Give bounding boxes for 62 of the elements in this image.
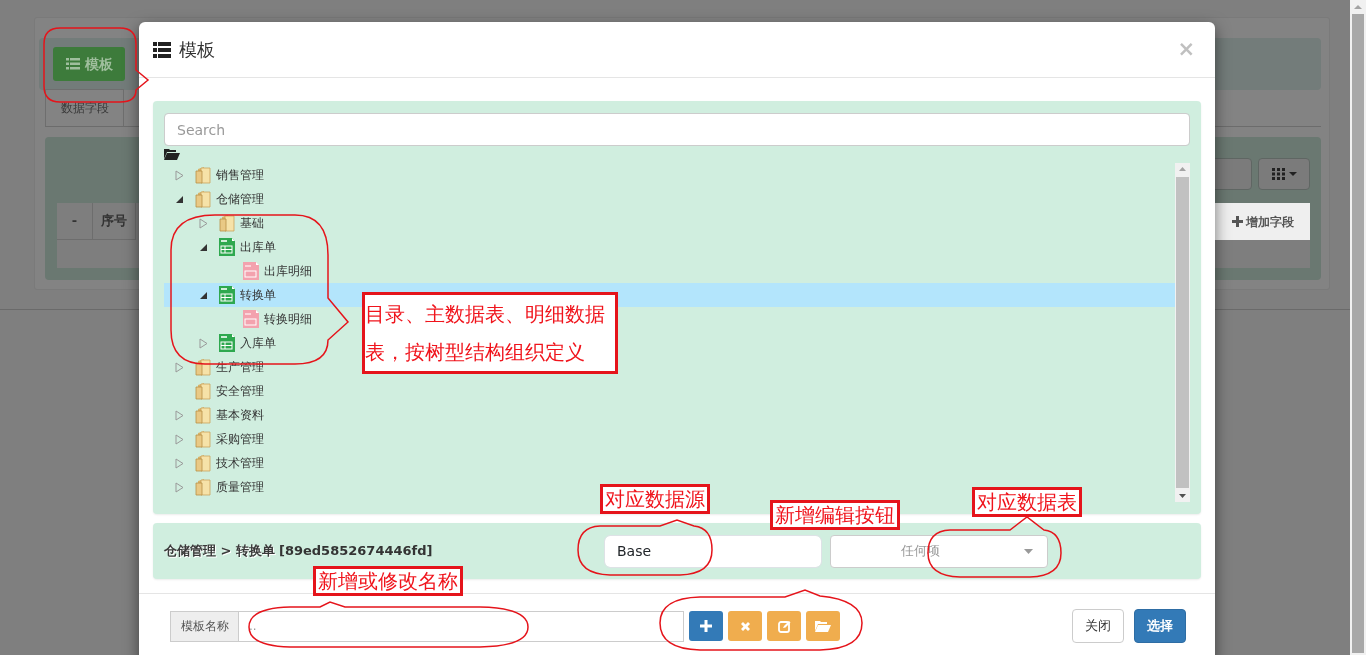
datasource-field[interactable]: Base [604,534,822,568]
folder-icon [195,382,211,400]
close-button[interactable]: 关闭 [1072,609,1124,643]
tree-item[interactable]: 基础 [199,211,264,235]
folder-icon [164,148,180,160]
annotation-tooltip: 对应数据表 [972,487,1082,517]
tree-item[interactable]: 质量管理 [175,475,264,499]
annotation-tooltip: 新增编辑按钮 [770,500,900,530]
tree-item[interactable]: 入库单 [199,331,276,355]
sheet-icon [243,310,259,328]
caret-icon [1288,172,1297,176]
table-icon [219,334,235,352]
grid-icon [1271,168,1285,180]
grid-button[interactable] [1258,158,1310,190]
folder-icon [195,406,211,424]
folder-icon [195,166,211,184]
delete-button[interactable] [728,611,762,641]
folder-icon [195,430,211,448]
plus-icon [700,620,712,632]
list-icon [65,58,80,70]
tree-item[interactable]: 安全管理 [175,379,264,403]
search-field[interactable]: Search [164,113,1190,146]
folder-icon [815,620,831,632]
scrollbar[interactable] [1175,163,1190,502]
tree-item[interactable]: 仓储管理 [175,187,264,211]
folder-icon [195,454,211,472]
annotation-tooltip: 新增或修改名称 [313,566,463,596]
tree-item[interactable]: 采购管理 [175,427,264,451]
tree-item[interactable]: 出库明细 [223,259,312,283]
plus-icon [1231,216,1243,227]
caret-icon [1024,548,1033,554]
add-field-button[interactable]: 增加字段 [1215,203,1310,240]
sheet-icon [243,262,259,280]
list-icon [153,41,171,58]
annotation-tooltip: 目录、主数据表、明细数据表，按树型结构组织定义 [362,292,618,374]
field-label: 模板名称 [170,610,239,642]
add-button[interactable] [689,611,723,641]
folder-icon [219,214,235,232]
folder-icon [195,358,211,376]
select-button[interactable]: 选择 [1134,609,1186,643]
tree-item[interactable]: 基本资料 [175,403,264,427]
folder-icon [195,478,211,496]
name-field[interactable]: .. [239,610,684,642]
column-header: 序号 [93,203,136,240]
tree-item[interactable]: 技术管理 [175,451,264,475]
column-header: - [57,203,93,240]
tree-item[interactable]: 转换明细 [223,307,312,331]
modal-title: 模板 [179,38,215,62]
id-text: [89ed5852674446fd] [278,542,433,561]
tree-item[interactable]: 出库单 [199,235,276,259]
close-icon [739,620,751,632]
table-icon [219,286,235,304]
scrollbar[interactable] [1350,0,1366,655]
tree-item[interactable]: 销售管理 [175,163,264,187]
open-button[interactable] [806,611,840,641]
folder-icon [195,190,211,208]
breadcrumb-text: 仓储管理 > 转换单 [164,542,275,561]
edit-button[interactable] [767,611,801,641]
tree-item[interactable]: 转换单 [199,283,276,307]
edit-icon [777,619,791,633]
table-icon [219,238,235,256]
annotation-tooltip: 对应数据源 [600,484,710,514]
